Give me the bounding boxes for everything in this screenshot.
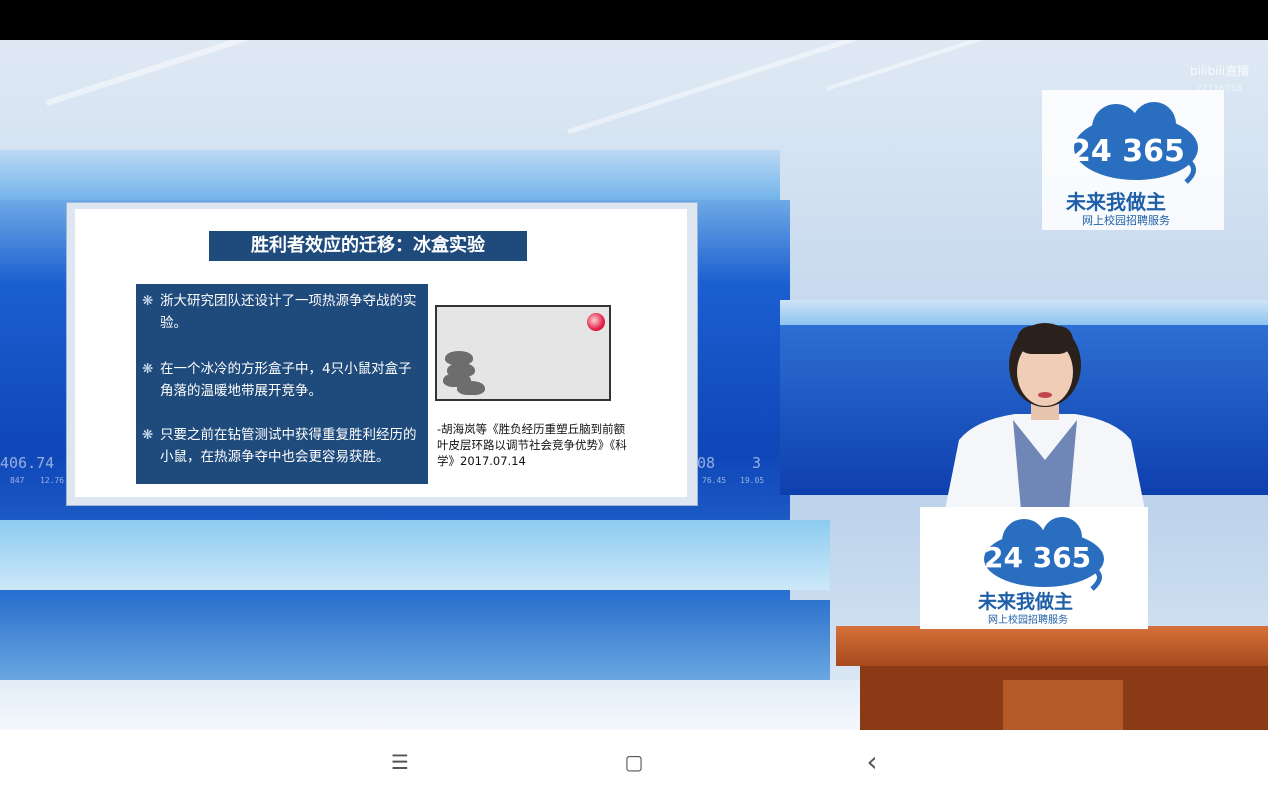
logo-sub-text: 网上校园招聘服务	[1082, 214, 1170, 227]
logo-numbers: 24 365	[984, 541, 1092, 574]
bullet-text: 浙大研究团队还设计了一项热源争夺战的实验。	[160, 293, 417, 331]
bullet-list: ❋ 浙大研究团队还设计了一项热源争夺战的实验。 ❋ 在一个冰冷的方形盒子中，4只…	[136, 284, 428, 484]
ticker-value: 19.05	[740, 476, 765, 485]
logo-card: 24 365 未来我做主 网上校园招聘服务	[1042, 90, 1224, 230]
back-button[interactable]: ‹	[832, 730, 912, 793]
studio-desk-top	[0, 520, 830, 590]
home-icon: ▢	[624, 749, 644, 774]
experiment-figure	[435, 305, 611, 401]
presentation-slide: 胜利者效应的迁移：冰盒实验 ❋ 浙大研究团队还设计了一项热源争夺战的实验。 ❋ …	[75, 209, 687, 497]
bullet-text: 在一个冰冷的方形盒子中，4只小鼠对盒子角落的温暖地带展开竞争。	[160, 361, 412, 399]
ticker-value: 406.74	[0, 454, 55, 472]
back-icon: ‹	[866, 745, 878, 778]
video-player[interactable]: 406.74 847 12.76 708 3 76.45 19.05 bilib…	[0, 40, 1268, 730]
podium-post	[1003, 680, 1123, 730]
heat-source-icon	[587, 313, 605, 331]
bullet-mark: ❋	[142, 293, 154, 309]
ticker-value: 847	[10, 476, 25, 485]
ticker-value: 76.45	[702, 476, 727, 485]
logo-main-text: 未来我做主	[1066, 190, 1166, 214]
logo-sub-text: 网上校园招聘服务	[988, 615, 1068, 626]
ticker-value: 3	[752, 454, 762, 472]
bullet-mark: ❋	[142, 361, 154, 377]
home-button[interactable]: ▢	[594, 730, 674, 793]
bullet-text: 只要之前在钻管测试中获得重复胜利经历的小鼠，在热源争夺中也会更容易获胜。	[160, 427, 417, 465]
list-item: ❋ 浙大研究团队还设计了一项热源争夺战的实验。	[142, 290, 424, 334]
bullet-mark: ❋	[142, 427, 154, 443]
ticker-value: 12.76	[40, 476, 65, 485]
podium-top	[836, 626, 1268, 666]
menu-button[interactable]: ☰	[360, 730, 440, 793]
presentation-slide-frame: 胜利者效应的迁移：冰盒实验 ❋ 浙大研究团队还设计了一项热源争夺战的实验。 ❋ …	[66, 202, 698, 506]
list-item: ❋ 只要之前在钻管测试中获得重复胜利经历的小鼠，在热源争夺中也会更容易获胜。	[142, 424, 424, 468]
list-item: ❋ 在一个冰冷的方形盒子中，4只小鼠对盒子角落的温暖地带展开竞争。	[142, 358, 424, 402]
status-bar-black	[0, 0, 1268, 40]
menu-icon: ☰	[391, 749, 409, 774]
logo-numbers: 24 365	[1070, 134, 1185, 169]
figure-caption: -胡海岚等《胜负经历重塑丘脑到前额叶皮层环路以调节社会竞争优势》《科学》2017…	[437, 422, 627, 468]
studio-desk-front	[0, 600, 830, 680]
presenter-figure	[945, 323, 1145, 510]
background-light-streak	[825, 40, 1055, 91]
mouse-icon	[457, 381, 485, 395]
logo-main-text: 未来我做主	[978, 591, 1074, 613]
background-light-streak	[45, 40, 295, 107]
slide-title: 胜利者效应的迁移：冰盒实验	[209, 231, 527, 261]
podium-logo-card: 24 365 未来我做主 网上校园招聘服务	[920, 507, 1148, 629]
system-navigation-bar: ☰ ▢ ‹	[0, 730, 1268, 793]
studio-screen-top	[0, 150, 780, 202]
watermark-brand: bilibili直播	[1190, 64, 1250, 78]
